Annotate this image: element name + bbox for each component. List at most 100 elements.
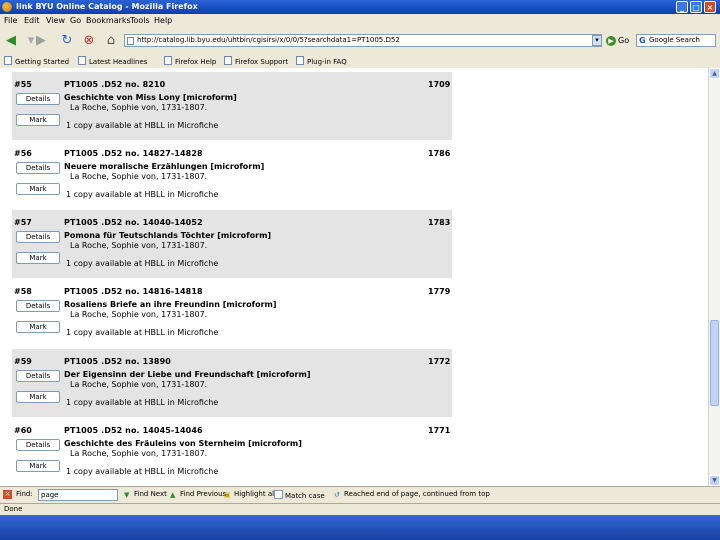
minimize-button[interactable]: _ <box>676 1 688 13</box>
highlight-all-button[interactable]: ▣ Highlight all <box>224 490 276 499</box>
result-row: #57 PT1005 .D52 no. 14040-14052 1783 Det… <box>12 210 452 278</box>
search-input[interactable]: G Google Search <box>636 34 716 47</box>
result-availability: 1 copy available at HBLL in Microfiche <box>66 259 219 268</box>
navigation-toolbar: ◀ ▾ ▶ ↻ ⊗ ⌂ http://catalog.lib.byu.edu/u… <box>0 28 720 55</box>
window-titlebar: Iink BYU Online Catalog - Mozilla Firefo… <box>0 0 720 14</box>
menu-file[interactable]: File <box>4 16 17 25</box>
mark-button[interactable]: Mark <box>16 252 60 264</box>
go-button[interactable]: ▶ Go <box>606 33 629 49</box>
result-title[interactable]: Geschichte des Fräuleins von Sternheim [… <box>64 439 302 448</box>
result-title[interactable]: Der Eigensinn der Liebe und Freundschaft… <box>64 370 310 379</box>
result-number: #57 <box>14 218 32 227</box>
bookmark-item[interactable]: Firefox Help <box>164 56 216 66</box>
url-input[interactable]: http://catalog.lib.byu.edu/uhtbin/cgisir… <box>124 34 602 47</box>
mark-button[interactable]: Mark <box>16 183 60 195</box>
details-button[interactable]: Details <box>16 231 60 243</box>
window-title: Iink BYU Online Catalog - Mozilla Firefo… <box>16 2 198 11</box>
back-arrow-icon[interactable]: ◀ <box>2 32 20 50</box>
result-author: La Roche, Sophie von, 1731-1807. <box>70 310 208 319</box>
mark-button[interactable]: Mark <box>16 391 60 403</box>
scroll-down-icon[interactable]: ▼ <box>709 475 720 486</box>
home-icon[interactable]: ⌂ <box>102 32 120 50</box>
details-button[interactable]: Details <box>16 300 60 312</box>
result-title[interactable]: Neuere moralische Erzählungen [microform… <box>64 162 264 171</box>
details-button[interactable]: Details <box>16 162 60 174</box>
menu-go[interactable]: Go <box>70 16 81 25</box>
result-title[interactable]: Rosaliens Briefe an ihre Freundinn [micr… <box>64 300 277 309</box>
call-number: PT1005 .D52 no. 14040-14052 <box>64 218 203 227</box>
bookmark-page-icon <box>78 56 86 65</box>
menu-help[interactable]: Help <box>154 16 172 25</box>
bookmarks-toolbar: Getting Started Latest Headlines Firefox… <box>0 54 720 69</box>
menubar: File Edit View Go Bookmarks Tools Help <box>0 14 720 29</box>
url-text: http://catalog.lib.byu.edu/uhtbin/cgisir… <box>137 36 400 44</box>
result-year: 1772 <box>428 357 451 366</box>
result-number: #60 <box>14 426 32 435</box>
mark-button[interactable]: Mark <box>16 321 60 333</box>
match-case-checkbox[interactable]: Match case <box>274 490 325 500</box>
maximize-button[interactable]: □ <box>690 1 702 13</box>
firefox-icon <box>2 2 12 12</box>
wrap-icon: ↺ <box>334 491 340 499</box>
bookmark-item[interactable]: Getting Started <box>4 56 69 66</box>
result-author: La Roche, Sophie von, 1731-1807. <box>70 103 208 112</box>
result-availability: 1 copy available at HBLL in Microfiche <box>66 467 219 476</box>
find-input[interactable]: page <box>38 489 118 501</box>
call-number: PT1005 .D52 no. 14827-14828 <box>64 149 203 158</box>
result-author: La Roche, Sophie von, 1731-1807. <box>70 449 208 458</box>
scroll-thumb[interactable] <box>710 320 719 406</box>
bookmark-item[interactable]: Firefox Support <box>224 56 288 66</box>
go-label: Go <box>618 36 630 45</box>
result-author: La Roche, Sophie von, 1731-1807. <box>70 241 208 250</box>
menu-view[interactable]: View <box>46 16 65 25</box>
details-button[interactable]: Details <box>16 370 60 382</box>
scroll-up-icon[interactable]: ▲ <box>709 68 720 79</box>
call-number: PT1005 .D52 no. 13890 <box>64 357 171 366</box>
close-find-icon[interactable]: × <box>3 490 12 499</box>
vertical-scrollbar[interactable]: ▲ ▼ <box>708 68 720 486</box>
checkbox-icon <box>274 490 283 499</box>
menu-edit[interactable]: Edit <box>24 16 40 25</box>
page-content: #55 PT1005 .D52 no. 8210 1709 Details Ma… <box>0 68 708 486</box>
result-year: 1709 <box>428 80 451 89</box>
mark-button[interactable]: Mark <box>16 460 60 472</box>
result-row: #58 PT1005 .D52 no. 14816-14818 1779 Det… <box>12 279 452 347</box>
result-row: #60 PT1005 .D52 no. 14045-14046 1771 Det… <box>12 418 452 486</box>
bookmark-item[interactable]: Latest Headlines <box>78 56 147 66</box>
find-previous-button[interactable]: ▲ Find Previous <box>170 490 226 499</box>
result-availability: 1 copy available at HBLL in Microfiche <box>66 121 219 130</box>
page-icon <box>127 37 134 45</box>
call-number: PT1005 .D52 no. 14816-14818 <box>64 287 203 296</box>
result-number: #59 <box>14 357 32 366</box>
result-number: #55 <box>14 80 32 89</box>
stop-icon[interactable]: ⊗ <box>80 32 98 50</box>
reload-icon[interactable]: ↻ <box>58 32 76 50</box>
details-button[interactable]: Details <box>16 439 60 451</box>
call-number: PT1005 .D52 no. 8210 <box>64 80 166 89</box>
result-title[interactable]: Geschichte von Miss Lony [microform] <box>64 93 237 102</box>
menu-bookmarks[interactable]: Bookmarks <box>86 16 131 25</box>
close-window-button[interactable]: × <box>704 1 716 13</box>
menu-tools[interactable]: Tools <box>130 16 150 25</box>
bookmark-page-icon <box>296 56 304 65</box>
find-next-button[interactable]: ▼ Find Next <box>124 490 167 499</box>
mark-button[interactable]: Mark <box>16 114 60 126</box>
status-text: Done <box>4 505 23 513</box>
result-row: #56 PT1005 .D52 no. 14827-14828 1786 Det… <box>12 141 452 209</box>
up-arrow-icon: ▲ <box>170 491 176 499</box>
find-label: Find: <box>16 490 33 498</box>
url-dropdown-icon[interactable]: ▾ <box>592 35 602 46</box>
result-availability: 1 copy available at HBLL in Microfiche <box>66 190 219 199</box>
details-button[interactable]: Details <box>16 93 60 105</box>
search-text: Google Search <box>649 36 700 44</box>
result-year: 1786 <box>428 149 451 158</box>
result-title[interactable]: Pomona für Teutschlands Töchter [microfo… <box>64 231 271 240</box>
forward-arrow-icon[interactable]: ▶ <box>32 32 50 50</box>
bookmark-item[interactable]: Plug-in FAQ <box>296 56 347 66</box>
result-number: #58 <box>14 287 32 296</box>
google-icon: G <box>639 36 646 45</box>
result-row: #55 PT1005 .D52 no. 8210 1709 Details Ma… <box>12 72 452 140</box>
result-number: #56 <box>14 149 32 158</box>
windows-taskbar <box>0 515 720 540</box>
result-availability: 1 copy available at HBLL in Microfiche <box>66 398 219 407</box>
